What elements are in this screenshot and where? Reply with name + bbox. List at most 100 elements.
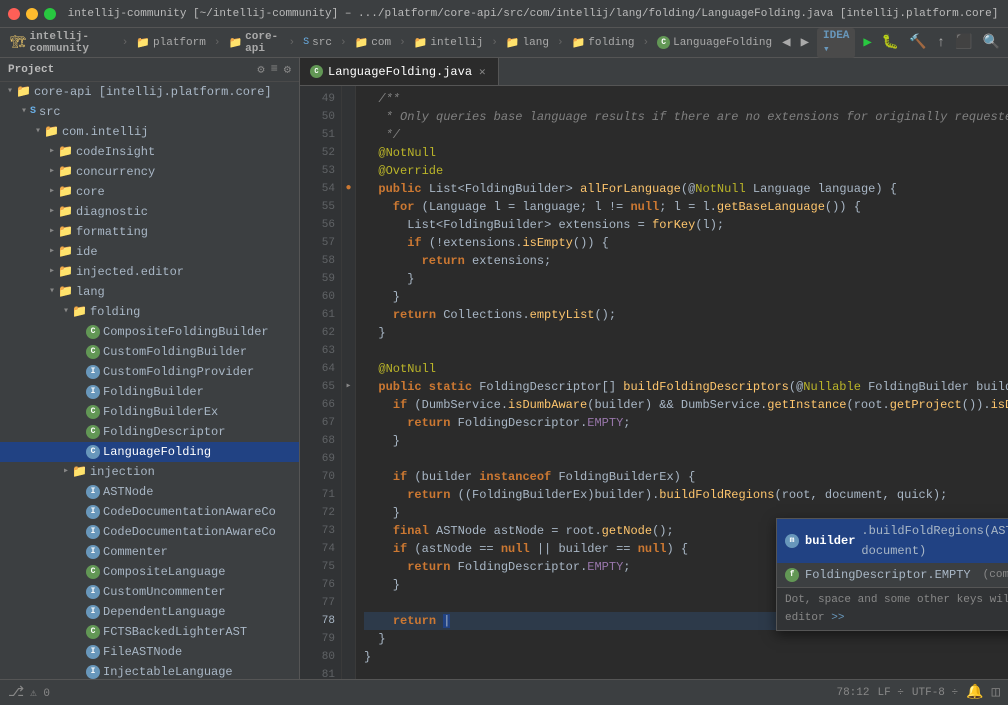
tree-item-FoldingDescriptor[interactable]: C FoldingDescriptor [0,422,299,442]
nav-item-com[interactable]: 📁 com [351,34,396,52]
project-tree: 📁 core-api [intellij.platform.core] S sr… [0,82,299,679]
line-endings[interactable]: LF ÷ [878,687,904,699]
label-CustomUncommenter: CustomUncommenter [103,583,225,601]
window-title: intellij-community [~/intellij-community… [66,8,1000,20]
encoding[interactable]: UTF-8 ÷ [912,687,958,699]
run-button[interactable]: ▶ [861,32,873,53]
vcs-button[interactable]: ↑ [935,33,947,53]
label-src: src [39,103,61,121]
arrow-src [18,103,30,121]
status-left: ⎇ ⚠ 0 [8,684,828,701]
sidebar-gear-icon[interactable]: ⚙ [284,62,291,77]
class-icon-cfb: C [86,325,100,339]
tree-item-src[interactable]: S src [0,102,299,122]
debug-button[interactable]: 🐛 [880,32,901,53]
nav-item-lang[interactable]: 📁 lang [502,34,553,52]
tree-item-FileASTNode[interactable]: I FileASTNode [0,642,299,662]
class-icon-codedoc1: I [86,505,100,519]
tree-item-DependentLanguage[interactable]: I DependentLanguage [0,602,299,622]
label-LanguageFolding: LanguageFolding [103,443,211,461]
maximize-button[interactable] [44,8,56,20]
tree-item-InjectableLanguage[interactable]: I InjectableLanguage [0,662,299,679]
label-ide: ide [76,243,98,261]
tree-item-CustomFoldingProvider[interactable]: I CustomFoldingProvider [0,362,299,382]
class-icon: C [657,36,670,49]
tree-item-CompositeFoldingBuilder[interactable]: C CompositeFoldingBuilder [0,322,299,342]
arrow-codeinsight [46,143,58,161]
nav-item-intellij[interactable]: 📁 intellij [410,34,488,52]
nav-item-src[interactable]: S src [299,35,336,51]
tree-item-injected[interactable]: 📁 injected.editor [0,262,299,282]
tree-item-diagnostic[interactable]: 📁 diagnostic [0,202,299,222]
tree-item-lang[interactable]: 📁 lang [0,282,299,302]
close-button[interactable] [8,8,20,20]
nav-item-platform[interactable]: 📁 platform [132,34,210,52]
tab-languagefolding[interactable]: C LanguageFolding.java ✕ [300,58,499,85]
tree-item-core[interactable]: 📁 core [0,182,299,202]
class-icon-commenter: I [86,545,100,559]
tree-item-FCTS[interactable]: C FCTSBackedLighterAST [0,622,299,642]
tree-item-ide[interactable]: 📁 ide [0,242,299,262]
tree-item-CodeDoc1[interactable]: I CodeDocumentationAwareCo [0,502,299,522]
tree-item-codeinsight[interactable]: 📁 codeInsight [0,142,299,162]
ac-hint-arrow: >> [831,612,844,624]
arrow-comintellij [32,123,44,141]
nav-item-class[interactable]: C LanguageFolding [653,34,776,51]
class-icon-injectable: I [86,665,100,679]
code-line-54: public List<FoldingBuilder> allForLangua… [364,180,1000,198]
class-icon-fileast: I [86,645,100,659]
code-content[interactable]: /** * Only queries base language results… [356,86,1008,679]
nav-item-project[interactable]: 🏗 intellij-community [6,29,118,57]
label-CompositeLanguage: CompositeLanguage [103,563,225,581]
tree-item-formatting[interactable]: 📁 formatting [0,222,299,242]
navbar: 🏗 intellij-community › 📁 platform › 📁 co… [0,28,1008,58]
back-button[interactable]: ◀ [780,32,792,53]
titlebar: intellij-community [~/intellij-community… [0,0,1008,28]
tree-item-LanguageFolding[interactable]: C LanguageFolding [0,442,299,462]
folder-icon-root: 📁 [16,83,31,101]
cursor-position[interactable]: 78:12 [836,687,869,699]
ac-item1-text: builder [805,531,855,551]
build-button[interactable]: 🔨 [907,32,928,53]
tree-item-FoldingBuilderEx[interactable]: C FoldingBuilderEx [0,402,299,422]
label-lang: lang [76,283,105,301]
nav-item-coreapi[interactable]: 📁 core-api [224,29,284,57]
tree-item-CodeDoc2[interactable]: I CodeDocumentationAwareCo [0,522,299,542]
tree-item-root[interactable]: 📁 core-api [intellij.platform.core] [0,82,299,102]
class-icon-fd: C [86,425,100,439]
memory-icon[interactable]: ◫ [992,684,1000,701]
tree-item-CompositeLanguage[interactable]: C CompositeLanguage [0,562,299,582]
tab-close-button[interactable]: ✕ [477,65,488,79]
sidebar-settings-icon[interactable]: ⚙ [257,62,264,77]
status-problems[interactable]: ⚠ 0 [30,686,50,700]
ac-hint-text: Dot, space and some other keys will also… [785,594,1008,624]
ac-item-buildfoldregions[interactable]: m builder.buildFoldRegions(ASTNode node,… [777,519,1008,563]
search-button[interactable]: 🔍 [981,32,1002,53]
ac-item-foldingempty[interactable]: f FoldingDescriptor.EMPTY (com.intellij.… [777,563,1008,587]
tree-item-CustomUncommenter[interactable]: I CustomUncommenter [0,582,299,602]
ac-hint: Dot, space and some other keys will also… [777,587,1008,630]
code-line-81 [364,666,1000,679]
minimize-button[interactable] [26,8,38,20]
tree-item-folding[interactable]: 📁 folding [0,302,299,322]
tree-item-CustomFoldingBuilder[interactable]: C CustomFoldingBuilder [0,342,299,362]
tree-item-injection[interactable]: 📁 injection [0,462,299,482]
sidebar-layout-icon[interactable]: ≡ [271,62,278,77]
nav-item-folding[interactable]: 📁 folding [568,34,639,52]
idea-button[interactable]: IDEA ▾ [817,28,855,58]
forward-button[interactable]: ▶ [799,32,811,53]
folder-icon-folding: 📁 [72,303,87,321]
terminal-button[interactable]: ⬛ [953,32,974,53]
notifications-icon[interactable]: 🔔 [966,684,983,701]
code-line-63 [364,342,1000,360]
tree-item-FoldingBuilder[interactable]: I FoldingBuilder [0,382,299,402]
tree-item-ASTNode[interactable]: I ASTNode [0,482,299,502]
git-icon[interactable]: ⎇ [8,684,24,701]
autocomplete-popup[interactable]: m builder.buildFoldRegions(ASTNode node,… [776,518,1008,631]
project-icon: 🏗 [10,35,27,50]
code-line-66: if (DumbService.isDumbAware(builder) && … [364,396,1000,414]
tree-item-Commenter[interactable]: I Commenter [0,542,299,562]
tree-item-comintellij[interactable]: 📁 com.intellij [0,122,299,142]
arrow-formatting [46,223,58,241]
tree-item-concurrency[interactable]: 📁 concurrency [0,162,299,182]
